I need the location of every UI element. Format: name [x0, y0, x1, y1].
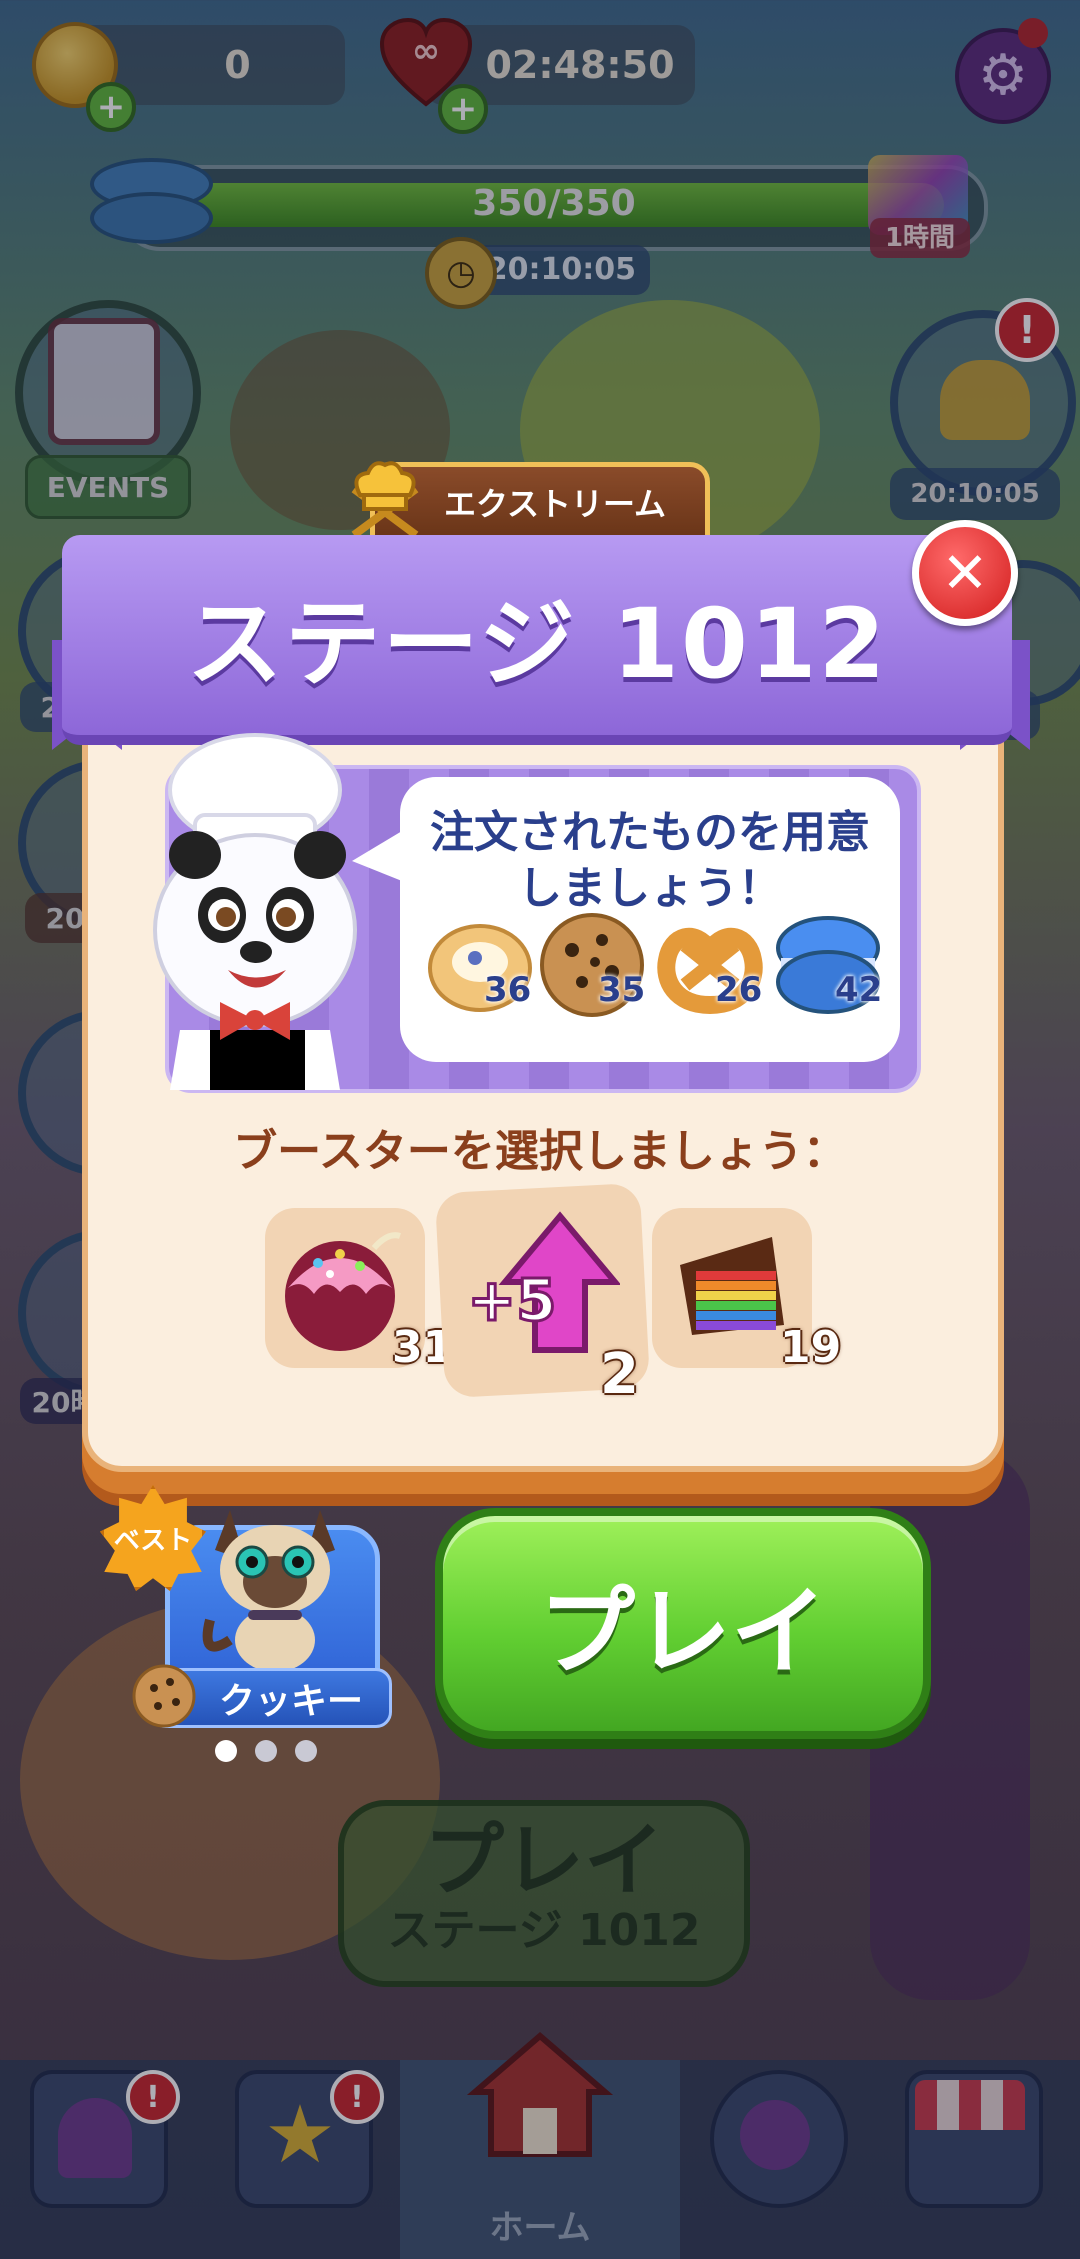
pet-page-dot[interactable]	[255, 1740, 277, 1762]
goal-pretzel-count: 26	[715, 970, 763, 1010]
panda-chef-mascot	[140, 730, 410, 1090]
stage-title-banner: ステージ 1012	[62, 535, 1012, 745]
order-message: 注文されたものを用意しましょう！	[430, 807, 870, 914]
rainbow-cake-icon	[672, 1225, 792, 1345]
close-button[interactable]: ✕	[912, 520, 1018, 626]
chef-hat-crossed-icon	[340, 455, 430, 545]
play-button-label: プレイ	[539, 1576, 827, 1688]
pet-name: クッキー	[218, 1681, 363, 1722]
goal-macaron-count: 42	[835, 970, 883, 1010]
booster-title: ブースターを選択しましょう：	[233, 1126, 847, 1177]
play-button[interactable]: プレイ	[435, 1508, 931, 1739]
stage-title: ステージ 1012	[186, 587, 888, 700]
best-badge-label: ベスト	[113, 1525, 193, 1556]
plus-five-label: +5	[468, 1266, 557, 1334]
close-icon: ✕	[941, 540, 989, 606]
siamese-cat-pet-icon	[190, 1490, 360, 1675]
goal-cookie-count: 35	[598, 970, 646, 1010]
pet-page-dots[interactable]	[215, 1740, 317, 1762]
pet-cookie-icon	[130, 1662, 198, 1730]
difficulty-label: エクストリーム	[443, 485, 667, 523]
plus-five-moves-icon: +5	[450, 1210, 622, 1360]
pet-page-dot[interactable]	[295, 1740, 317, 1762]
booster-plus-five-count: 2	[600, 1342, 639, 1407]
goal-pancake-count: 36	[484, 970, 532, 1010]
booster-rainbow-cake-count: 19	[780, 1322, 842, 1373]
pet-page-dot[interactable]	[215, 1740, 237, 1762]
